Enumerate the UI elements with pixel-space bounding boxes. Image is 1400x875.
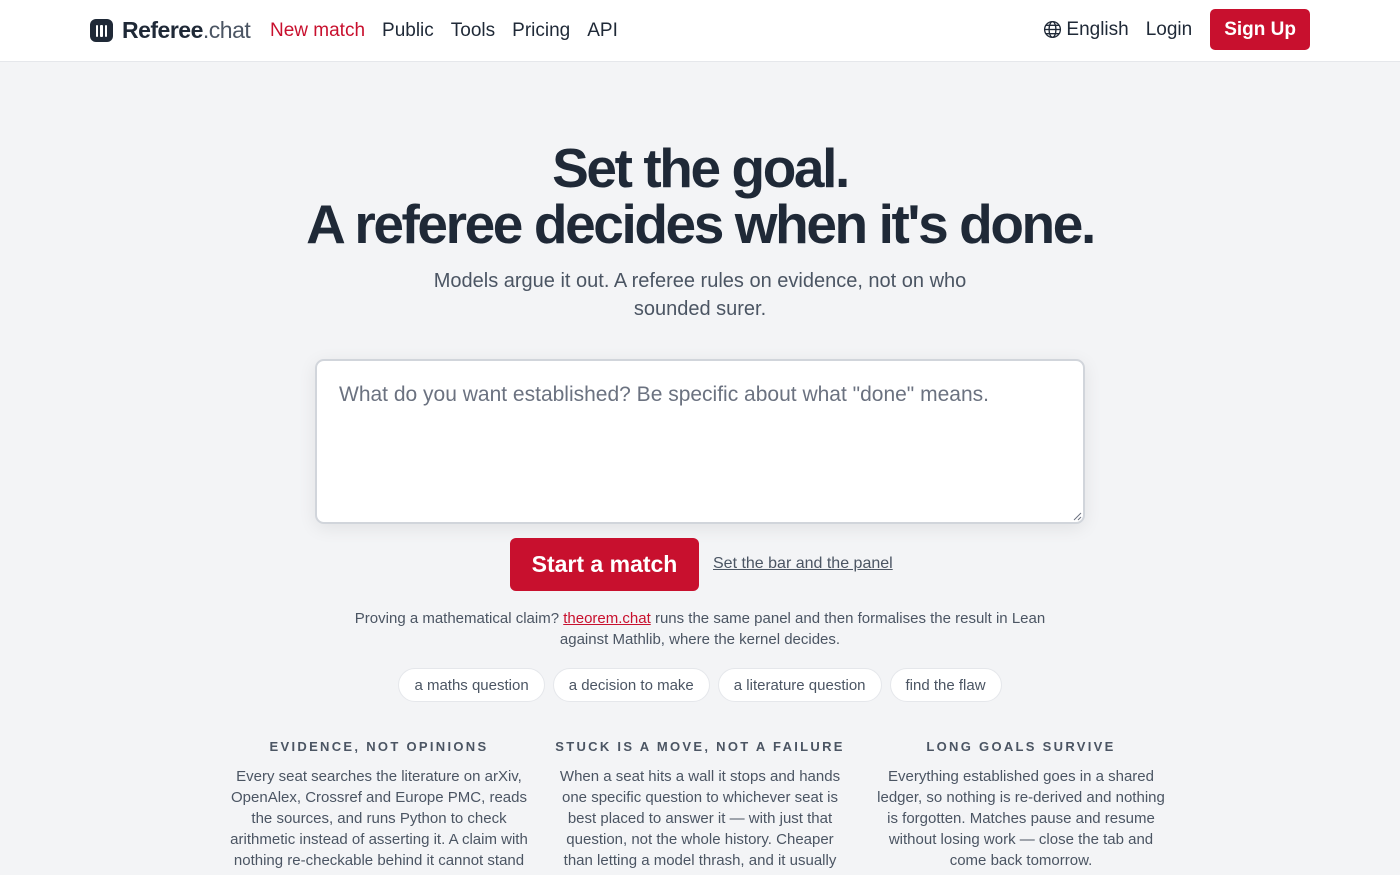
feature-title: STUCK IS A MOVE, NOT A FAILURE (555, 739, 845, 754)
start-match-button[interactable]: Start a match (510, 538, 699, 591)
hero-title: Set the goal. A referee decides when it'… (0, 140, 1400, 252)
account-nav: English Login Sign Up (1043, 9, 1310, 50)
goal-input[interactable] (315, 359, 1085, 524)
hero-subtitle: Models argue it out. A referee rules on … (433, 270, 967, 320)
language-label: English (1066, 18, 1129, 40)
nav-item-public[interactable]: Public (382, 19, 434, 43)
nav-item-api[interactable]: API (587, 19, 618, 43)
set-bar-and-panel-link[interactable]: Set the bar and the panel (713, 555, 893, 573)
math-note: Proving a mathematical claim? theorem.ch… (330, 608, 1070, 650)
feature-title: EVIDENCE, NOT OPINIONS (269, 739, 489, 754)
nav-item-new-match[interactable]: New match (270, 19, 365, 43)
resize-handle-icon[interactable] (1072, 511, 1082, 521)
feature-evidence: EVIDENCE, NOT OPINIONS Every seat search… (229, 739, 529, 875)
example-chips: a maths question a decision to make a li… (0, 668, 1400, 702)
brand-logo[interactable]: Referee.chat (90, 17, 251, 44)
feature-stuck: STUCK IS A MOVE, NOT A FAILURE When a se… (550, 739, 850, 875)
nav-item-tools[interactable]: Tools (451, 19, 495, 43)
feature-title: LONG GOALS SURVIVE (926, 739, 1116, 754)
math-note-prefix: Proving a mathematical claim? (354, 610, 560, 627)
main-nav: New match Public Tools Pricing API (270, 19, 635, 43)
feature-body: When a seat hits a wall it stops and han… (559, 768, 841, 875)
example-chip-decision[interactable]: a decision to make (552, 668, 710, 702)
brand-name: Referee.chat (122, 17, 251, 43)
theorem-chat-link[interactable]: theorem.chat (563, 610, 651, 627)
top-nav-bar: Referee.chat New match Public Tools Pric… (0, 0, 1400, 62)
globe-icon (1044, 20, 1062, 39)
hero-title-line-2: A referee decides when it's done. (306, 193, 1096, 255)
language-selector[interactable]: English (1043, 18, 1129, 41)
example-chip-maths[interactable]: a maths question (398, 668, 545, 702)
nav-item-pricing[interactable]: Pricing (512, 19, 570, 43)
hero-title-line-1: Set the goal. (552, 137, 850, 199)
feature-body: Everything established goes in a shared … (877, 768, 1165, 869)
feature-body: Every seat searches the literature on ar… (230, 768, 528, 875)
login-link[interactable]: Login (1146, 19, 1193, 41)
example-chip-flaw[interactable]: find the flaw (889, 668, 1002, 702)
sign-up-button[interactable]: Sign Up (1210, 9, 1310, 50)
logo-icon (90, 19, 113, 42)
feature-long-goals: LONG GOALS SURVIVE Everything establishe… (871, 739, 1171, 871)
example-chip-literature[interactable]: a literature question (717, 668, 882, 702)
